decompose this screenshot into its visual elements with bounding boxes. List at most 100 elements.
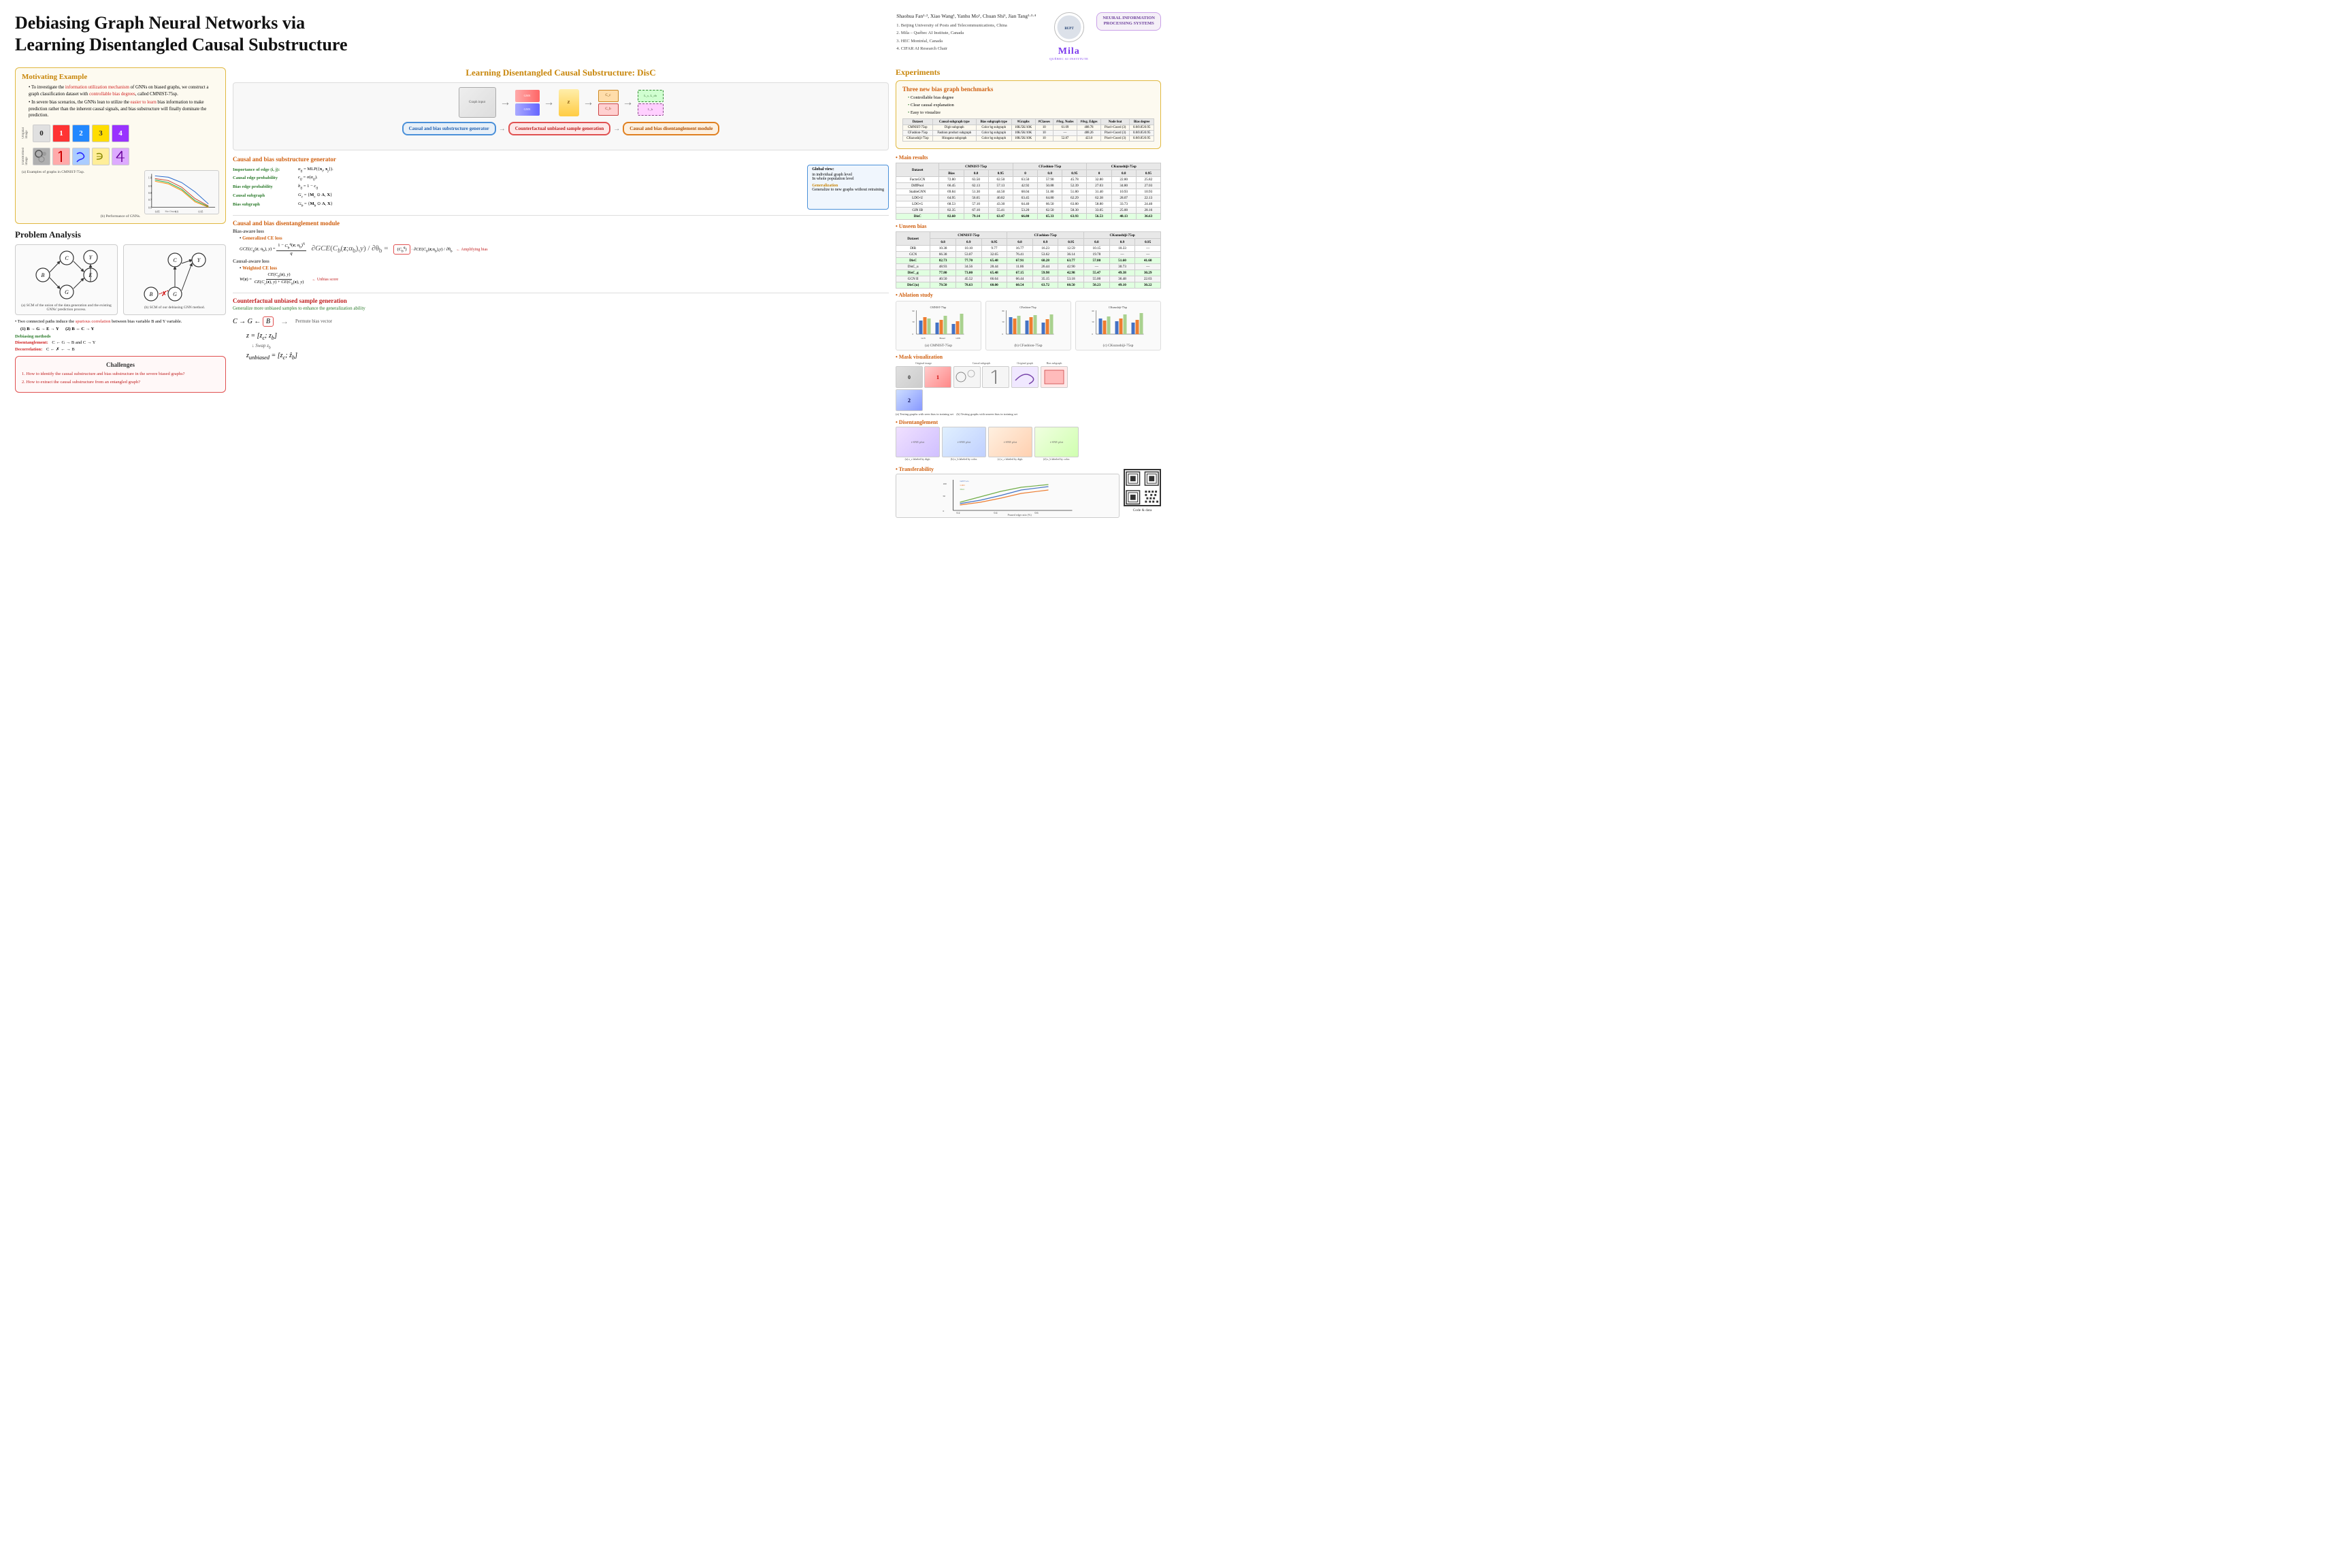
unseen-bias-section: • Unseen bias Dataset CMNIST-75sp CFashi… xyxy=(896,223,1161,289)
transferability-row: • Transferability 0.2 0.4 0.6 Pruned edg… xyxy=(896,463,1161,518)
svg-text:Biased: Biased xyxy=(940,337,946,340)
ablation-caption-1: (a) CMNIST-75sp xyxy=(898,344,979,348)
bench-row-3: CKuzushiji-75spHiragana subgraphColor bg… xyxy=(903,136,1154,142)
svg-text:60: 60 xyxy=(1092,310,1095,312)
svg-text:50: 50 xyxy=(1092,321,1095,323)
transferability-section: • Transferability 0.2 0.4 0.6 Pruned edg… xyxy=(896,463,1120,518)
scm-diagrams: B C G E xyxy=(15,244,226,315)
debiasing-methods: Debiasing methods Disentanglement: C ← G… xyxy=(15,334,226,352)
poster-title: Debiasing Graph Neural Networks via Lear… xyxy=(15,12,834,55)
svg-text:0.9: 0.9 xyxy=(148,185,152,188)
benchmark-table: Dataset Causal subgraph type Bias subgra… xyxy=(902,118,1154,142)
th-dataset: Dataset xyxy=(903,119,933,125)
svg-text:0.6: 0.6 xyxy=(1035,511,1039,514)
disentanglement-section: Causal and bias disentanglement module B… xyxy=(233,220,889,287)
svg-text:0.6: 0.6 xyxy=(148,206,152,209)
mask-viz-section: • Mask visualization Original image 0 1 … xyxy=(896,354,1161,416)
eq-causal-subgraph: Causal subgraph Gc = {Mc ⊙ A, X} xyxy=(233,192,796,199)
svg-text:0.4: 0.4 xyxy=(994,511,998,514)
svg-text:B: B xyxy=(41,272,44,278)
header: Debiasing Graph Neural Networks via Lear… xyxy=(15,12,1161,61)
mid-section-title: Learning Disentangled Causal Substructur… xyxy=(233,67,889,78)
transformed-2 xyxy=(72,148,90,165)
mask-images: Original image 0 1 2 Causal subgraph xyxy=(896,361,1161,411)
main-results-table: Dataset CMNIST-75sp CFashion-75sp CKuzus… xyxy=(896,163,1161,220)
gce-lhs: GCE(Cb(z; αb), y) = 1 − Cbq(z; αb)q q xyxy=(240,242,306,256)
mask-causal-0 xyxy=(953,366,981,388)
svg-text:0.8: 0.8 xyxy=(148,192,152,195)
svg-text:0.2: 0.2 xyxy=(957,511,960,514)
nips-logo: NEURAL INFORMATIONPROCESSING SYSTEMS xyxy=(1096,12,1161,31)
affil-3: 3. HEC Montréal, Canada xyxy=(896,38,1036,45)
mask-viz-title: • Mask visualization xyxy=(896,354,1161,360)
disent-cap-1: (a) z_c labeled by digit. xyxy=(896,457,940,461)
gce-formula-row: GCE(Cb(z; αb), y) = 1 − Cbq(z; αb)q q ∂G… xyxy=(240,242,889,256)
bench-row-2: CFashion-75spFashion product subgraphCol… xyxy=(903,131,1154,136)
svg-text:C: C xyxy=(173,257,177,263)
svg-text:GCN: GCN xyxy=(921,337,926,340)
mask-orig-2: 2 xyxy=(896,389,923,411)
result-LDO-u: LDO-U64.9556.6540.8263.4564.8062.2962.38… xyxy=(896,195,1161,201)
svg-text:0.85: 0.85 xyxy=(155,210,160,213)
wce-label: • Weighted CE loss xyxy=(240,266,889,271)
transformed-images-row xyxy=(33,148,129,165)
ablation-chart-3: CKuzushiji-75sp 0 xyxy=(1075,301,1161,350)
global-view-title: Global view: xyxy=(812,167,884,172)
global-view-box: Global view: in individual graph level I… xyxy=(807,165,889,210)
transferability-chart: 0.2 0.4 0.6 Pruned edge ratio (%) 0 50 1… xyxy=(896,474,1120,518)
bias-box: B xyxy=(263,316,274,327)
digit-4: 4 xyxy=(112,125,129,142)
main-content: Motivating Example • To investigate the … xyxy=(15,67,1161,518)
bench-item-3: Easy to visualize xyxy=(908,110,1154,116)
wce-formula: W(z) = CE(Cb(z), y) CE(Cc(z), y) + CE(Cb… xyxy=(240,272,305,287)
motivating-bullet-2: • In severe bias scenarios, the GNNs lea… xyxy=(29,99,219,119)
decorrelation-row: Decorrelation: C ← ✗ ← → B xyxy=(15,346,226,352)
challenges-box: Challenges 1. How to identify the causal… xyxy=(15,356,226,393)
bench-item-2: Clear causal explanation xyxy=(908,102,1154,108)
eq-causal-prob: Causal edge probability cij = σ(αij). xyxy=(233,175,796,181)
ablation-caption-3: (c) CKuzushiji-75sp xyxy=(1078,344,1158,348)
original-images-row: 0 1 2 3 4 xyxy=(33,125,129,142)
svg-text:0.7: 0.7 xyxy=(148,198,152,201)
result-diffpool: DiffPool66.4562.1357.1342.9250.8852.3927… xyxy=(896,183,1161,189)
permute-label: Permute bias vector xyxy=(295,319,332,324)
benchmarks-box: Three new bias graph benchmarks Controll… xyxy=(896,80,1161,149)
counterfactual-section: Counterfactual unbiased sample generatio… xyxy=(233,297,889,361)
svg-text:BUPT: BUPT xyxy=(1064,27,1074,31)
svg-text:50: 50 xyxy=(913,321,915,323)
ablation-chart-1: CMNIST-75sp xyxy=(896,301,981,350)
main-results-title: • Main results xyxy=(896,154,1161,161)
affil-4: 4. CIFAR AI Research Chair xyxy=(896,46,1036,52)
flow-arrow-2: → xyxy=(613,125,620,133)
generator-title: Causal and bias substructure generator xyxy=(233,156,889,163)
unseen-bias-table: Dataset CMNIST-75sp CFashion-75sp CKuzus… xyxy=(896,231,1161,289)
gce-section: • Generalized CE loss GCE(Cb(z; αb), y) … xyxy=(240,236,889,256)
digit-1: 1 xyxy=(52,125,70,142)
svg-text:CKuzushiji-75sp: CKuzushiji-75sp xyxy=(1109,306,1127,309)
scm-a: B C G E xyxy=(15,244,118,315)
svg-text:100: 100 xyxy=(943,483,947,485)
ablation-section: • Ablation study CMNIST-75sp xyxy=(896,292,1161,350)
amplifying-label: ← Amplifying bias xyxy=(456,248,487,252)
disent-img-1: t-SNE plot xyxy=(896,427,940,457)
unseen-DIR: DIR10.3810.109.7716.7716.2312.5910.1510.… xyxy=(896,246,1161,252)
th-classes: #Classes xyxy=(1035,119,1053,125)
disent-img-4: t-SNE plot xyxy=(1034,427,1079,457)
mask-bias-2 xyxy=(1041,366,1068,388)
ablation-title: • Ablation study xyxy=(896,292,1161,298)
transformed-0 xyxy=(33,148,50,165)
cb-q-box: (Cbq) xyxy=(393,244,410,255)
fig-a-caption: (a) Examples of graphs in CMNIST-75sp. xyxy=(22,170,140,214)
unseen-GCN2: GCN II40.5045.5266.6466.4435.1553.1855.0… xyxy=(896,276,1161,282)
debiasing-label: Debiasing methods xyxy=(15,334,226,339)
disent-img-3: t-SNE plot xyxy=(988,427,1032,457)
svg-text:C: C xyxy=(65,255,69,261)
qr-section: Code & data xyxy=(1124,469,1161,512)
benchmarks-title: Three new bias graph benchmarks xyxy=(902,86,1154,93)
result-GIN-IB: GIN IB82.3567.1055.4153.2062.5058.3033.0… xyxy=(896,208,1161,214)
mask-orig-0: 0 xyxy=(896,366,923,388)
svg-text:1.0: 1.0 xyxy=(148,176,152,179)
cfactual-flow-row: C → G ← B → Permute bias vector xyxy=(233,316,889,327)
wce-formula-row: W(z) = CE(Cb(z), y) CE(Cc(z), y) + CE(Cb… xyxy=(240,272,889,287)
transformed-1 xyxy=(52,148,70,165)
